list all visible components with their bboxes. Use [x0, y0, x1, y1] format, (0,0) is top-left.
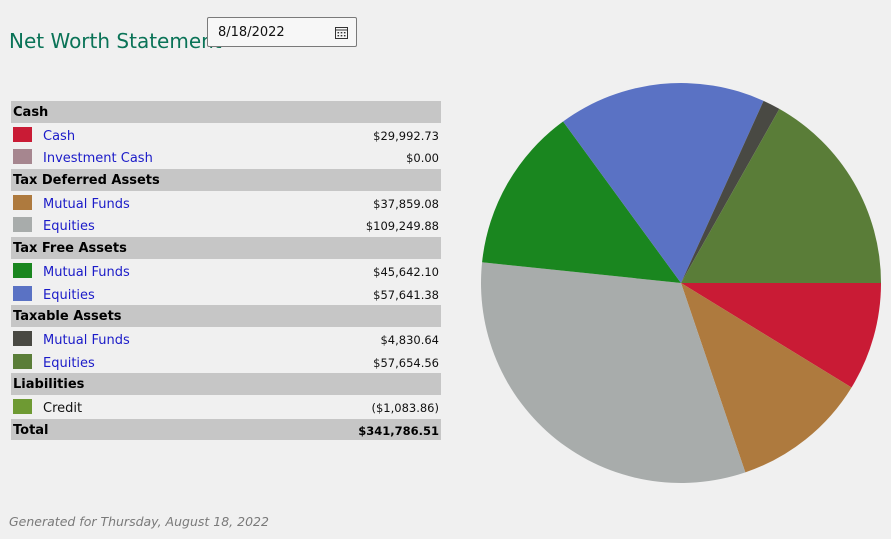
date-value[interactable]: 8/18/2022 [218, 25, 285, 40]
item-amount: $57,654.56 [373, 355, 439, 370]
item-amount: $37,859.08 [373, 196, 439, 211]
total-row: Total $341,786.51 [11, 418, 441, 442]
legend-swatch [13, 285, 32, 301]
date-picker[interactable]: 8/18/2022 [207, 17, 357, 47]
total-label: Total [13, 422, 49, 438]
item-link[interactable]: Investment Cash [43, 151, 153, 166]
table-row: Investment Cash $0.00 [11, 146, 441, 169]
section-header: Taxable Assets [11, 305, 441, 328]
section-label: Tax Deferred Assets [13, 173, 160, 189]
item-label: Credit [43, 400, 83, 416]
item-amount: $0.00 [406, 151, 439, 166]
section-header: Tax Deferred Assets [11, 169, 441, 192]
legend-swatch [13, 194, 32, 210]
item-link[interactable]: Mutual Funds [43, 265, 130, 280]
table-row: Mutual Funds $45,642.10 [11, 260, 441, 283]
total-amount: $341,786.51 [358, 423, 439, 438]
item-link[interactable]: Cash [43, 129, 75, 144]
legend-swatch [13, 149, 32, 165]
page-title: Net Worth Statement [9, 29, 222, 53]
legend-swatch [13, 353, 32, 369]
table-row: Equities $57,641.38 [11, 283, 441, 306]
section-header: Liabilities [11, 373, 441, 396]
section-label: Cash [13, 105, 49, 120]
section-header: Tax Free Assets [11, 237, 441, 260]
legend-swatch [13, 330, 32, 346]
item-link[interactable]: Mutual Funds [43, 197, 130, 212]
net-worth-table: Cash Cash $29,992.73 Investment Cash $0.… [11, 101, 441, 442]
table-row: Credit ($1,083.86) [11, 396, 441, 419]
generated-footer: Generated for Thursday, August 18, 2022 [9, 514, 269, 529]
table-row: Mutual Funds $37,859.08 [11, 192, 441, 215]
table-row: Cash $29,992.73 [11, 124, 441, 147]
section-label: Liabilities [13, 377, 85, 393]
legend-swatch [13, 398, 32, 414]
item-link[interactable]: Equities [43, 219, 95, 234]
table-row: Equities $57,654.56 [11, 351, 441, 374]
item-amount: $57,641.38 [373, 287, 439, 302]
table-row: Mutual Funds $4,830.64 [11, 328, 441, 351]
legend-swatch [13, 262, 32, 278]
item-amount: $109,249.88 [365, 219, 439, 234]
item-amount: $29,992.73 [373, 128, 439, 143]
table-row: Equities $109,249.88 [11, 214, 441, 237]
item-link[interactable]: Equities [43, 288, 95, 303]
item-link[interactable]: Equities [43, 356, 95, 371]
item-link[interactable]: Mutual Funds [43, 333, 130, 348]
section-header: Cash [11, 101, 441, 124]
item-amount: $45,642.10 [373, 264, 439, 279]
item-amount: $4,830.64 [380, 332, 439, 347]
calendar-icon[interactable] [335, 26, 348, 39]
legend-swatch [13, 217, 32, 233]
item-amount: ($1,083.86) [371, 400, 439, 415]
section-label: Tax Free Assets [13, 241, 127, 257]
net-worth-pie-chart [481, 82, 881, 484]
legend-swatch [13, 126, 32, 142]
section-label: Taxable Assets [13, 309, 122, 325]
